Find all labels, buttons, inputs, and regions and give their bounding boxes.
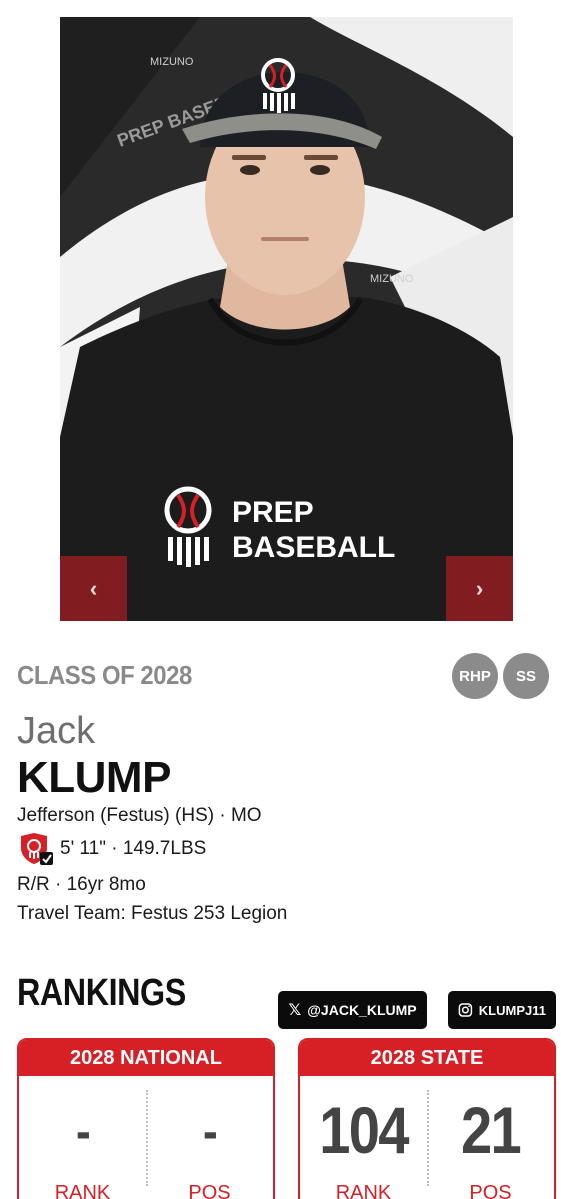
travel-team-line: Travel Team: Festus 253 Legion [17, 903, 288, 924]
state-pos-link[interactable]: POS [427, 1182, 554, 1199]
state-ranking-card: 2028 STATE 104 RANK 21 POS [298, 1038, 556, 1199]
x-logo-icon: 𝕏 [288, 1002, 302, 1019]
national-rank-column: - RANK [19, 1076, 146, 1199]
state-rank-value: 104 [319, 1093, 409, 1167]
photo-next-button[interactable]: › [446, 556, 513, 621]
chevron-left-icon: ‹ [89, 575, 98, 601]
player-photo: PREP BASEBALL MIZUNO MIZUNO PREP BASEBAL… [60, 17, 513, 621]
state-rank-link[interactable]: RANK [300, 1182, 427, 1199]
backdrop-sponsor-text: MIZUNO [150, 56, 194, 68]
photo-prev-button[interactable]: ‹ [60, 556, 127, 621]
position-badges: RHP SS [452, 653, 549, 699]
school-line: Jefferson (Festus) (HS) · MO [17, 805, 262, 826]
player-first-name: Jack [17, 710, 96, 752]
state-pos-value: 21 [460, 1093, 522, 1167]
national-pos-link[interactable]: POS [146, 1182, 273, 1199]
state-rank-column: 104 RANK [300, 1076, 427, 1199]
bats-throws-age-line: R/R · 16yr 8mo [17, 874, 146, 895]
national-ranking-header: 2028 NATIONAL [19, 1040, 273, 1076]
instagram-handle-button[interactable]: KLUMPJ11 [448, 991, 556, 1029]
national-ranking-card: 2028 NATIONAL - RANK - POS [17, 1038, 275, 1199]
national-pos-value: - [202, 1103, 218, 1161]
instagram-handle-label: KLUMPJ11 [478, 1002, 546, 1018]
national-rank-link[interactable]: RANK [19, 1182, 146, 1199]
national-rank-value: - [75, 1103, 91, 1161]
national-pos-column: - POS [146, 1076, 273, 1199]
position-badge-ss: SS [503, 653, 549, 699]
chevron-right-icon: › [475, 575, 484, 601]
player-photo-illustration: PREP BASEBALL MIZUNO MIZUNO PREP BASEBAL… [60, 17, 513, 621]
twitter-handle-label: @JACK_KLUMP [307, 1002, 417, 1018]
backdrop-sponsor-text-2: MIZUNO [370, 273, 414, 285]
shirt-logo-line2: BASEBALL [232, 531, 395, 564]
instagram-icon [458, 1003, 473, 1017]
twitter-handle-button[interactable]: 𝕏 @JACK_KLUMP [278, 991, 427, 1029]
class-label: CLASS OF 2028 [17, 660, 192, 690]
verified-shield-icon [21, 833, 53, 865]
position-badge-rhp: RHP [452, 653, 498, 699]
state-ranking-header: 2028 STATE [300, 1040, 554, 1076]
state-pos-column: 21 POS [427, 1076, 554, 1199]
height-weight-line: 5' 11" · 149.7LBS [60, 838, 207, 859]
rankings-title: RANKINGS [17, 972, 186, 1014]
shirt-logo-line1: PREP [232, 496, 314, 529]
player-last-name: KLUMP [17, 753, 171, 802]
